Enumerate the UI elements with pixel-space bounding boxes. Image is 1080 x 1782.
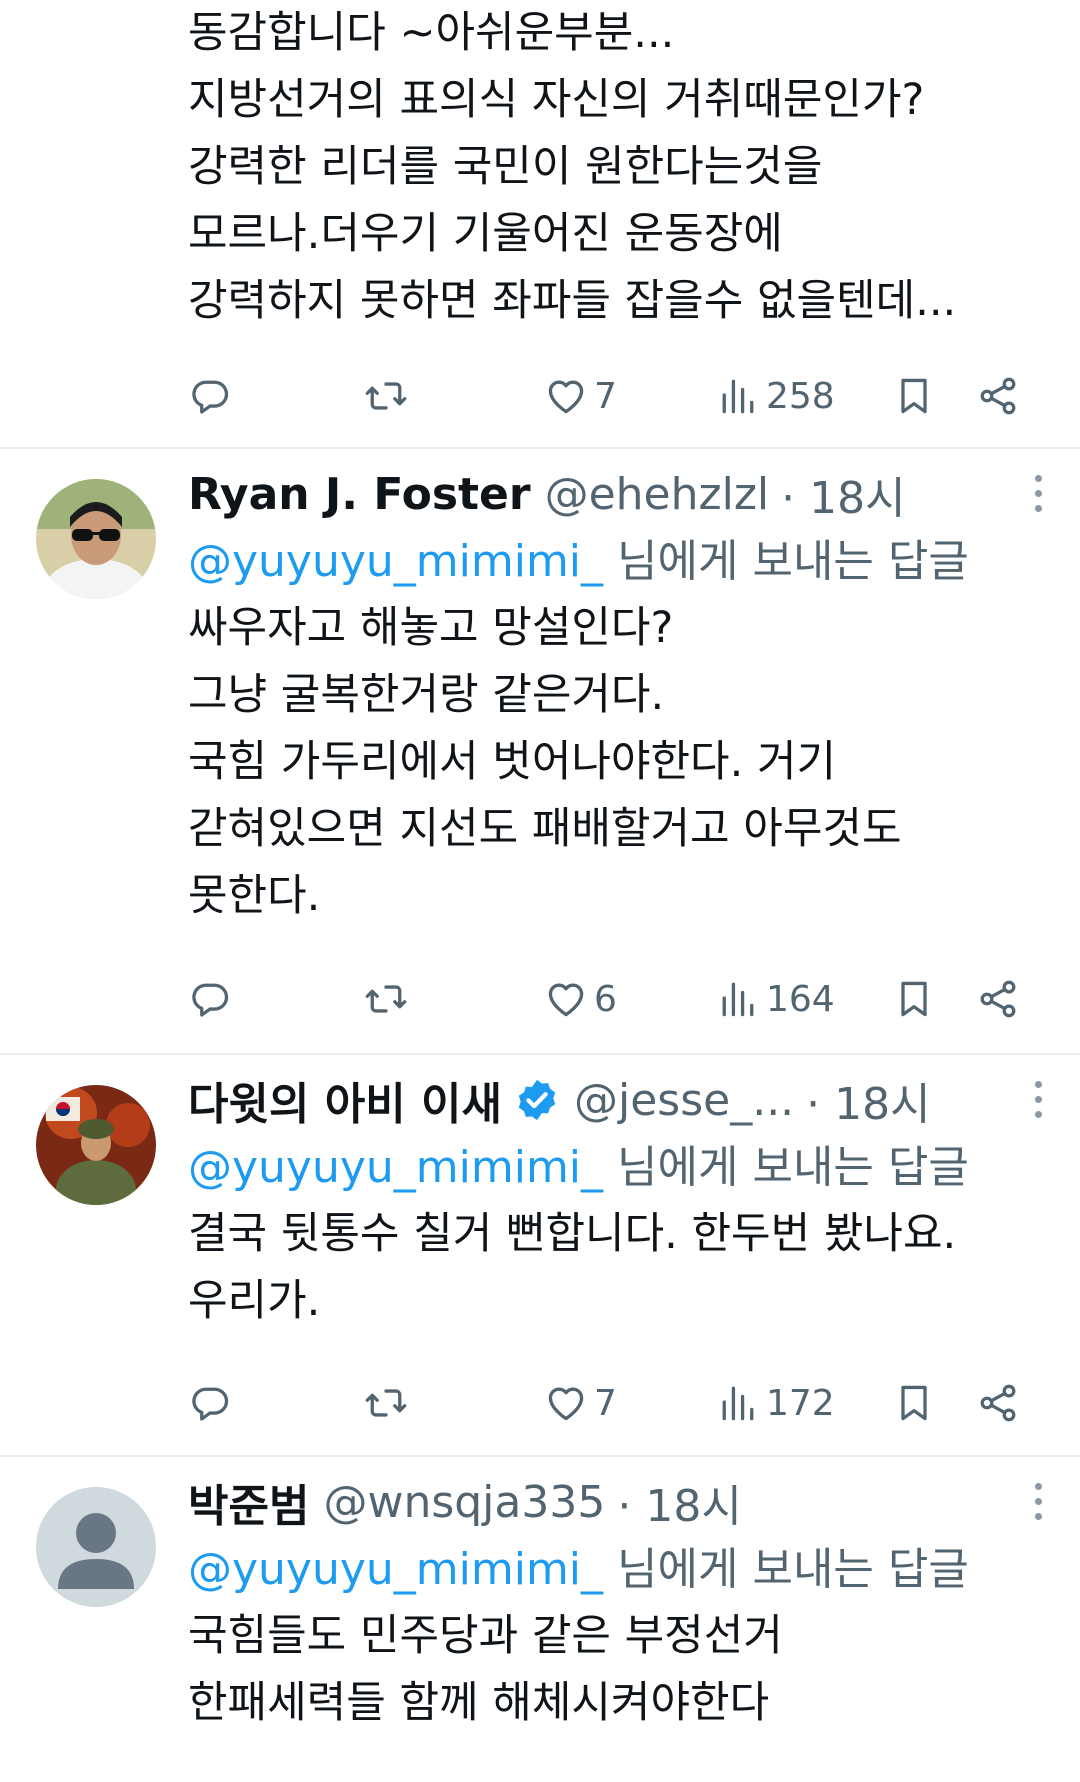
- tweet-text-line: 그냥 굴복한거랑 같은거다.: [188, 670, 665, 720]
- retweet-button[interactable]: [364, 969, 408, 1029]
- reply-button[interactable]: [188, 1373, 232, 1433]
- tweet-body: 다윗의 아비 이새 @jesse_... · 18시 @yuyuyu_mimim…: [188, 1065, 1056, 1335]
- tweet-text-line: 모르나.더우기 기울어진 운동장에: [188, 209, 783, 259]
- tweet-item[interactable]: 다윗의 아비 이새 @jesse_... · 18시 @yuyuyu_mimim…: [0, 1055, 1080, 1457]
- timestamp[interactable]: · 18시: [617, 1470, 741, 1534]
- tweet-header: Ryan J. Foster @ehehzlzl · 18시: [188, 459, 1056, 529]
- tweet-item[interactable]: 동감합니다 ~아쉬운부분... 지방선거의 표의식 자신의 거취때문인가? 강력…: [0, 0, 1080, 449]
- views-button[interactable]: 172: [716, 1373, 835, 1433]
- share-icon: [976, 977, 1020, 1021]
- reply-icon: [188, 1381, 232, 1425]
- display-name[interactable]: 다윗의 아비 이새: [188, 1068, 502, 1132]
- avatar[interactable]: [36, 1487, 156, 1607]
- tweet-text-line: 갇혀있으면 지선도 패배할거고 아무것도: [188, 804, 902, 854]
- tweet-text-line: 국힘 가두리에서 벗어나야한다. 거기: [188, 737, 837, 787]
- views-icon: [716, 374, 760, 418]
- like-count: 7: [594, 1382, 617, 1424]
- share-button[interactable]: [976, 969, 1020, 1029]
- reply-icon: [188, 977, 232, 1021]
- reply-context: @yuyuyu_mimimi_ 님에게 보내는 답글: [188, 1537, 1056, 1603]
- bookmark-button[interactable]: [892, 366, 936, 426]
- more-icon[interactable]: [1030, 1483, 1046, 1529]
- bookmark-button[interactable]: [892, 969, 936, 1029]
- more-icon[interactable]: [1030, 475, 1046, 521]
- tweet-text-line: 강력하지 못하면 좌파들 잡을수 없을텐데...: [188, 276, 957, 326]
- tweet-header: 다윗의 아비 이새 @jesse_... · 18시: [188, 1065, 1056, 1135]
- reply-context: @yuyuyu_mimimi_ 님에게 보내는 답글: [188, 529, 1056, 595]
- timestamp[interactable]: · 18시: [781, 462, 905, 526]
- reply-icon: [188, 374, 232, 418]
- share-button[interactable]: [976, 1373, 1020, 1433]
- display-name[interactable]: Ryan J. Foster: [188, 469, 531, 520]
- action-bar: 6 164: [188, 969, 1028, 1029]
- tweet-item[interactable]: Ryan J. Foster @ehehzlzl · 18시 @yuyuyu_m…: [0, 449, 1080, 1055]
- like-button[interactable]: 7: [544, 1373, 617, 1433]
- like-button[interactable]: 7: [544, 366, 617, 426]
- views-icon: [716, 1381, 760, 1425]
- tweet-text: 결국 뒷통수 칠거 뻔합니다. 한두번 봤나요. 우리가.: [188, 1201, 1056, 1335]
- mention-link[interactable]: @yuyuyu_mimimi_: [188, 536, 603, 587]
- retweet-button[interactable]: [364, 366, 408, 426]
- reply-button[interactable]: [188, 969, 232, 1029]
- share-icon: [976, 1381, 1020, 1425]
- view-count: 172: [766, 1382, 835, 1424]
- like-count: 7: [594, 375, 617, 417]
- bookmark-button[interactable]: [892, 1373, 936, 1433]
- verified-icon: [518, 1079, 556, 1121]
- tweet-body: Ryan J. Foster @ehehzlzl · 18시 @yuyuyu_m…: [188, 459, 1056, 930]
- share-icon: [976, 374, 1020, 418]
- share-button[interactable]: [976, 366, 1020, 426]
- tweet-text: 동감합니다 ~아쉬운부분... 지방선거의 표의식 자신의 거취때문인가? 강력…: [188, 0, 1056, 335]
- reply-suffix: 님에게 보내는 답글: [603, 536, 969, 587]
- avatar[interactable]: [36, 479, 156, 599]
- reply-suffix: 님에게 보내는 답글: [603, 1142, 969, 1193]
- retweet-icon: [364, 374, 408, 418]
- tweet-text-line: 싸우자고 해놓고 망설인다?: [188, 603, 674, 653]
- tweet-body: 박준범 @wnsqja335 · 18시 @yuyuyu_mimimi_ 님에게…: [188, 1467, 1056, 1737]
- user-handle[interactable]: @ehehzlzl: [545, 469, 770, 520]
- more-icon[interactable]: [1030, 1081, 1046, 1127]
- tweet-text-line: 못한다.: [188, 871, 321, 921]
- retweet-icon: [364, 977, 408, 1021]
- user-handle[interactable]: @jesse_...: [574, 1075, 794, 1126]
- views-icon: [716, 977, 760, 1021]
- tweet-text-line: 국힘들도 민주당과 같은 부정선거: [188, 1611, 783, 1661]
- tweet-text-line: 결국 뒷통수 칠거 뻔합니다. 한두번 봤나요.: [188, 1209, 957, 1259]
- tweet-text-line: 동감합니다 ~아쉬운부분...: [188, 8, 675, 58]
- view-count: 164: [766, 978, 835, 1020]
- views-button[interactable]: 258: [716, 366, 835, 426]
- reply-suffix: 님에게 보내는 답글: [603, 1544, 969, 1595]
- retweet-icon: [364, 1381, 408, 1425]
- bookmark-icon: [892, 374, 936, 418]
- bookmark-icon: [892, 1381, 936, 1425]
- mention-link[interactable]: @yuyuyu_mimimi_: [188, 1544, 603, 1595]
- view-count: 258: [766, 375, 835, 417]
- tweet-header: 박준범 @wnsqja335 · 18시: [188, 1467, 1056, 1537]
- reply-context: @yuyuyu_mimimi_ 님에게 보내는 답글: [188, 1135, 1056, 1201]
- like-icon: [544, 374, 588, 418]
- mention-link[interactable]: @yuyuyu_mimimi_: [188, 1142, 603, 1193]
- avatar[interactable]: [36, 1085, 156, 1205]
- action-bar: 7 258: [188, 366, 1028, 426]
- retweet-button[interactable]: [364, 1373, 408, 1433]
- display-name[interactable]: 박준범: [188, 1470, 309, 1534]
- user-handle[interactable]: @wnsqja335: [323, 1477, 605, 1528]
- tweet-text-line: 한패세력들 함께 해체시켜야한다: [188, 1678, 770, 1728]
- tweet-text-line: 우리가.: [188, 1276, 321, 1326]
- like-count: 6: [594, 978, 617, 1020]
- tweet-text: 국힘들도 민주당과 같은 부정선거 한패세력들 함께 해체시켜야한다: [188, 1603, 1056, 1737]
- tweet-text-line: 지방선거의 표의식 자신의 거취때문인가?: [188, 75, 925, 125]
- timestamp[interactable]: · 18시: [806, 1068, 930, 1132]
- action-bar: 7 172: [188, 1373, 1028, 1433]
- like-icon: [544, 1381, 588, 1425]
- tweet-text-line: 강력한 리더를 국민이 원한다는것을: [188, 142, 823, 192]
- tweet-item[interactable]: 박준범 @wnsqja335 · 18시 @yuyuyu_mimimi_ 님에게…: [0, 1457, 1080, 1776]
- tweet-body: 동감합니다 ~아쉬운부분... 지방선거의 표의식 자신의 거취때문인가? 강력…: [188, 0, 1056, 335]
- tweet-text: 싸우자고 해놓고 망설인다? 그냥 굴복한거랑 같은거다. 국힘 가두리에서 벗…: [188, 595, 1056, 930]
- bookmark-icon: [892, 977, 936, 1021]
- like-icon: [544, 977, 588, 1021]
- views-button[interactable]: 164: [716, 969, 835, 1029]
- reply-button[interactable]: [188, 366, 232, 426]
- like-button[interactable]: 6: [544, 969, 617, 1029]
